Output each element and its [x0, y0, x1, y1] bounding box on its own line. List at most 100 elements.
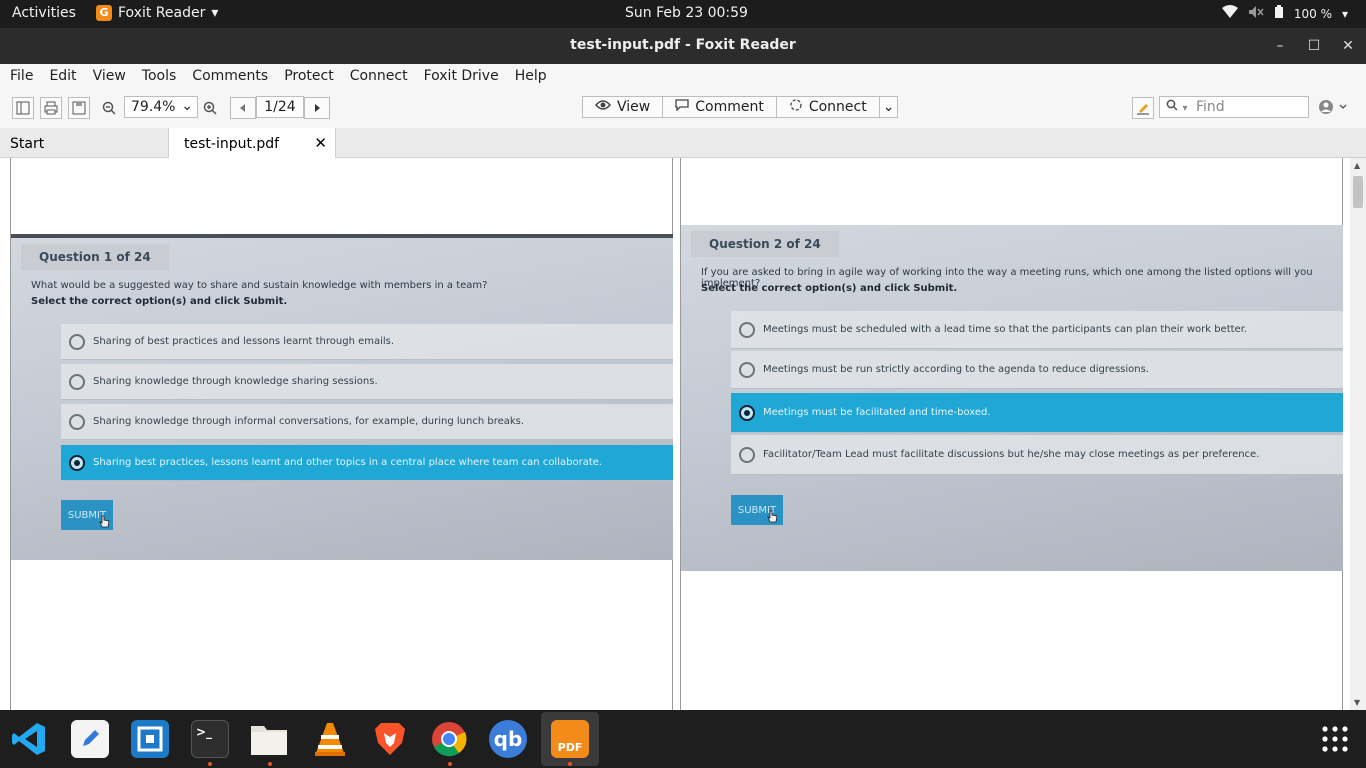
sidebar-toggle-icon[interactable]: [12, 97, 34, 119]
system-tray[interactable]: 100 % ▾: [1221, 5, 1348, 22]
pdf-page-1: Question 1 of 24 What would be a suggest…: [10, 158, 673, 710]
menu-protect[interactable]: Protect: [284, 64, 334, 88]
chevron-down-icon: ▾: [1182, 103, 1188, 114]
eye-icon: [595, 99, 611, 115]
menu-foxit-drive[interactable]: Foxit Drive: [424, 64, 499, 88]
connect-label: Connect: [808, 99, 867, 115]
find-field[interactable]: ▾ Find: [1159, 96, 1309, 118]
wifi-icon: [1221, 5, 1238, 22]
comment-mode-button[interactable]: Comment: [663, 97, 777, 117]
window-title: test-input.pdf - Foxit Reader: [570, 37, 796, 53]
files-icon[interactable]: [250, 720, 288, 758]
zoom-out-icon[interactable]: [98, 97, 120, 119]
chevron-down-icon: ⌄: [882, 99, 895, 115]
document-view[interactable]: Question 1 of 24 What would be a suggest…: [0, 158, 1366, 710]
answer-option: Sharing of best practices and lessons le…: [61, 324, 673, 360]
chevron-down-icon: ▾: [211, 5, 219, 21]
question-instruction: Select the correct option(s) and click S…: [701, 283, 958, 294]
answer-option-selected: Sharing best practices, lessons learnt a…: [61, 445, 673, 481]
maximize-icon[interactable]: ☐: [1303, 35, 1325, 57]
account-icon[interactable]: [1318, 99, 1348, 119]
radio-icon: [739, 361, 755, 378]
answer-option: Facilitator/Team Lead must facilitate di…: [731, 435, 1343, 475]
chevron-down-icon: ▾: [1341, 6, 1348, 21]
option-label: Sharing knowledge through knowledge shar…: [93, 376, 378, 387]
connect-icon: [789, 98, 803, 116]
scroll-up-icon[interactable]: ▲: [1354, 161, 1360, 170]
option-label: Facilitator/Team Lead must facilitate di…: [763, 449, 1260, 460]
scroll-down-icon[interactable]: ▼: [1354, 698, 1360, 707]
close-icon[interactable]: ✕: [1337, 35, 1359, 57]
connect-mode-button[interactable]: Connect: [777, 97, 880, 117]
menu-edit[interactable]: Edit: [49, 64, 76, 88]
activities-button[interactable]: Activities: [12, 5, 76, 21]
text-editor-icon[interactable]: [71, 720, 109, 758]
mode-toolbar: View Comment Connect ⌄: [582, 96, 899, 118]
system-top-bar: Activities G Foxit Reader ▾ Sun Feb 23 0…: [0, 0, 1366, 28]
question-text: What would be a suggested way to share a…: [31, 280, 488, 291]
vscode-icon[interactable]: [10, 720, 48, 758]
menu-tools[interactable]: Tools: [142, 64, 177, 88]
menu-bar: File Edit View Tools Comments Protect Co…: [0, 64, 1366, 88]
option-label: Sharing of best practices and lessons le…: [93, 336, 395, 347]
tab-test-input[interactable]: test-input.pdf ✕: [169, 128, 336, 158]
answer-option: Meetings must be scheduled with a lead t…: [731, 311, 1343, 349]
zoom-select[interactable]: 79.4% ⌄: [124, 96, 198, 118]
save-icon[interactable]: [68, 97, 90, 119]
menu-help[interactable]: Help: [515, 64, 547, 88]
tab-start-label: Start: [10, 136, 45, 152]
radio-icon: [739, 446, 755, 463]
page-number-field[interactable]: 1/24: [256, 96, 304, 118]
clock[interactable]: Sun Feb 23 00:59: [625, 5, 748, 21]
minimize-icon[interactable]: –: [1269, 35, 1291, 57]
foxit-icon[interactable]: PDF: [551, 720, 589, 758]
zoom-in-icon[interactable]: [199, 97, 221, 119]
radio-icon: [69, 373, 85, 390]
answer-option-selected: Meetings must be facilitated and time-bo…: [731, 393, 1343, 433]
tab-start[interactable]: Start: [0, 128, 169, 158]
radio-icon: [739, 321, 755, 338]
question-screenshot: Question 1 of 24 What would be a suggest…: [11, 238, 673, 560]
previous-page-icon[interactable]: [230, 97, 256, 119]
mode-dropdown[interactable]: ⌄: [880, 97, 898, 117]
app-menu[interactable]: G Foxit Reader ▾: [96, 5, 218, 21]
chevron-down-icon: ⌄: [181, 98, 193, 114]
running-indicator: [568, 762, 572, 766]
remmina-icon[interactable]: [131, 720, 169, 758]
option-label: Meetings must be facilitated and time-bo…: [763, 407, 991, 418]
dock: >_ qb PDF: [0, 710, 1366, 768]
toolbar: 79.4% ⌄ 1/24 View Comment Connect ⌄ ▾ Fi…: [0, 88, 1366, 128]
question-screenshot: Question 2 of 24 If you are asked to bri…: [681, 225, 1343, 571]
menu-view[interactable]: View: [93, 64, 126, 88]
menu-file[interactable]: File: [10, 64, 33, 88]
window-title-bar: test-input.pdf - Foxit Reader – ☐ ✕: [0, 28, 1366, 64]
question-header: Question 2 of 24: [691, 231, 839, 257]
vlc-icon[interactable]: [311, 720, 349, 758]
print-icon[interactable]: [40, 97, 62, 119]
highlight-pen-icon[interactable]: [1132, 97, 1154, 119]
foxit-app-icon: G: [96, 5, 112, 21]
chrome-icon[interactable]: [430, 720, 468, 758]
app-grid-icon[interactable]: [1316, 720, 1354, 758]
find-placeholder: Find: [1195, 99, 1225, 115]
menu-comments[interactable]: Comments: [192, 64, 268, 88]
vertical-scrollbar[interactable]: ▲ ▼: [1350, 158, 1366, 710]
close-tab-icon[interactable]: ✕: [314, 134, 327, 152]
tab-doc-label: test-input.pdf: [184, 136, 280, 152]
view-mode-button[interactable]: View: [583, 97, 664, 117]
radio-icon: [69, 413, 85, 430]
battery-icon: [1274, 5, 1284, 22]
brave-icon[interactable]: [371, 720, 409, 758]
view-label: View: [617, 99, 651, 115]
terminal-icon[interactable]: >_: [191, 720, 229, 758]
next-page-icon[interactable]: [304, 97, 330, 119]
option-label: Sharing knowledge through informal conve…: [93, 416, 525, 427]
scrollbar-thumb[interactable]: [1353, 176, 1363, 208]
option-label: Meetings must be run strictly according …: [763, 364, 1149, 375]
pdf-page-2: Question 2 of 24 If you are asked to bri…: [680, 158, 1343, 710]
qbittorrent-icon[interactable]: qb: [489, 720, 527, 758]
comment-label: Comment: [695, 99, 764, 115]
menu-connect[interactable]: Connect: [350, 64, 408, 88]
hand-cursor-icon: [99, 514, 111, 533]
running-indicator: [268, 762, 272, 766]
